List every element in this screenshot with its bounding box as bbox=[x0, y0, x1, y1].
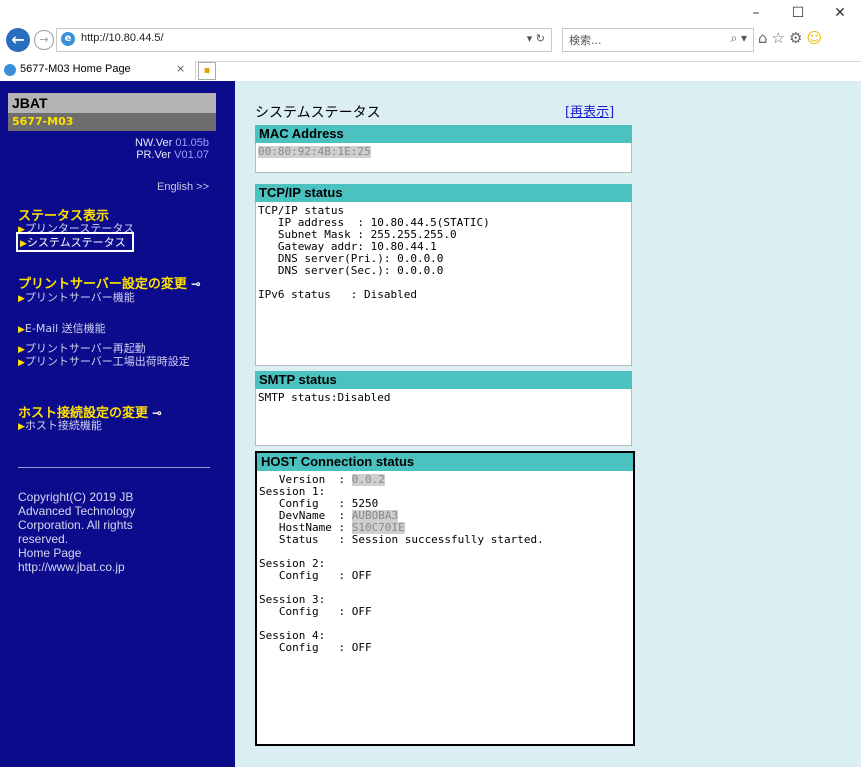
smtp-panel: SMTP status SMTP status:Disabled bbox=[255, 371, 632, 446]
close-button[interactable]: ✕ bbox=[819, 0, 861, 26]
system-status-label: システムステータス bbox=[26, 236, 126, 249]
home-icon[interactable]: ⌂ bbox=[758, 29, 772, 47]
triangle-icon: ▶ bbox=[18, 325, 25, 335]
home-page-label: Home Page bbox=[18, 546, 82, 560]
print-server-link[interactable]: ▶プリントサーバー機能 bbox=[18, 289, 135, 305]
tab-ie-icon bbox=[4, 64, 16, 76]
host-panel: HOST Connection status Version : 0.0.2 S… bbox=[255, 451, 635, 746]
search-input[interactable]: 検索... bbox=[569, 32, 602, 48]
star-icon[interactable]: ☆ bbox=[772, 29, 789, 47]
pr-version-value: V01.07 bbox=[174, 149, 209, 161]
browser-tab[interactable]: 5677-M03 Home Page × bbox=[0, 61, 196, 80]
host-header: HOST Connection status bbox=[257, 453, 633, 471]
print-server-label: プリントサーバー機能 bbox=[24, 291, 135, 304]
new-tab-icon[interactable]: ▪ bbox=[198, 62, 216, 80]
english-link[interactable]: English >> bbox=[157, 181, 209, 193]
triangle-icon: ▶ bbox=[18, 358, 25, 368]
tcpip-panel: TCP/IP status TCP/IP status IP address :… bbox=[255, 184, 632, 366]
copyright-line: reserved. bbox=[18, 532, 69, 546]
address-url[interactable]: http://10.80.44.5/ bbox=[81, 32, 164, 44]
page-title: システムステータス bbox=[255, 105, 381, 121]
model-name: 5677-M03 bbox=[8, 113, 216, 131]
triangle-icon: ▶ bbox=[20, 239, 27, 249]
tab-title: 5677-M03 Home Page bbox=[20, 63, 131, 75]
email-label: E-Mail 送信機能 bbox=[24, 322, 106, 335]
host-label: ホスト接続機能 bbox=[24, 419, 102, 432]
sessions-text: Status : Session successfully started. S… bbox=[259, 533, 544, 654]
back-arrow-icon[interactable]: ← bbox=[6, 28, 30, 52]
version-value: 0.0.2 bbox=[351, 473, 385, 486]
refresh-icon[interactable]: ▾ ↻ bbox=[527, 32, 545, 45]
triangle-icon: ▶ bbox=[18, 294, 25, 304]
sidebar: JBAT 5677-M03 NW.Ver 01.05b PR.Ver V01.0… bbox=[0, 81, 235, 767]
ie-logo-icon: e bbox=[61, 32, 75, 46]
copyright-line: Corporation. All rights bbox=[18, 518, 133, 532]
sidebar-divider bbox=[18, 467, 210, 468]
nw-version-label: NW.Ver bbox=[134, 137, 173, 149]
nw-version-value: 01.05b bbox=[175, 137, 209, 149]
home-page-link[interactable]: http://www.jbat.co.jp bbox=[18, 560, 218, 574]
host-link[interactable]: ▶ホスト接続機能 bbox=[18, 417, 102, 433]
address-bar[interactable]: e http://10.80.44.5/ ▾ ↻ bbox=[56, 28, 552, 52]
tcpip-header: TCP/IP status bbox=[255, 184, 632, 202]
key-icon: ⊸ bbox=[152, 406, 163, 420]
mac-body: 00:80:92:4B:1E:25 bbox=[255, 143, 632, 173]
factory-reset-link[interactable]: ▶プリントサーバー工場出荷時設定 bbox=[18, 353, 190, 369]
smtp-header: SMTP status bbox=[255, 371, 632, 389]
copyright-line: Copyright(C) 2019 JB bbox=[18, 490, 134, 504]
copyright-line: Advanced Technology bbox=[18, 504, 136, 518]
refresh-link[interactable]: [再表示] bbox=[565, 101, 614, 120]
search-box[interactable]: 検索... ⌕ ▾ bbox=[562, 28, 754, 52]
key-icon: ⊸ bbox=[190, 277, 201, 291]
system-status-link[interactable]: ▶システムステータス bbox=[16, 232, 134, 252]
mac-header: MAC Address bbox=[255, 125, 632, 143]
mac-panel: MAC Address 00:80:92:4B:1E:25 bbox=[255, 125, 632, 173]
forward-arrow-icon[interactable]: → bbox=[34, 30, 54, 50]
maximize-button[interactable]: ☐ bbox=[777, 0, 819, 26]
email-link[interactable]: ▶E-Mail 送信機能 bbox=[18, 320, 106, 336]
toolbar-icons: ⌂☆⚙☺ bbox=[758, 29, 826, 47]
smiley-icon[interactable]: ☺ bbox=[806, 29, 826, 47]
browser-chrome: – ☐ ✕ ← → e http://10.80.44.5/ ▾ ↻ 検索...… bbox=[0, 0, 861, 62]
minimize-button[interactable]: – bbox=[735, 0, 777, 26]
tab-close-icon[interactable]: × bbox=[176, 62, 185, 75]
smtp-body: SMTP status:Disabled bbox=[255, 389, 632, 446]
tcpip-body: TCP/IP status IP address : 10.80.44.5(ST… bbox=[255, 202, 632, 366]
window-controls: – ☐ ✕ bbox=[735, 0, 861, 26]
mac-value: 00:80:92:4B:1E:25 bbox=[258, 145, 371, 158]
host-body: Version : 0.0.2 Session 1: Config : 5250… bbox=[257, 471, 633, 744]
page-content: JBAT 5677-M03 NW.Ver 01.05b PR.Ver V01.0… bbox=[0, 81, 861, 767]
gear-icon[interactable]: ⚙ bbox=[789, 29, 806, 47]
nw-version: NW.Ver 01.05b bbox=[135, 137, 209, 149]
brand-name: JBAT bbox=[8, 93, 216, 113]
triangle-icon: ▶ bbox=[18, 422, 25, 432]
search-icon[interactable]: ⌕ ▾ bbox=[730, 31, 747, 46]
pr-version-label: PR.Ver bbox=[136, 149, 172, 161]
pr-version: PR.Ver V01.07 bbox=[136, 149, 209, 161]
factory-reset-label: プリントサーバー工場出荷時設定 bbox=[24, 355, 190, 368]
copyright: Copyright(C) 2019 JB Advanced Technology… bbox=[18, 490, 218, 574]
